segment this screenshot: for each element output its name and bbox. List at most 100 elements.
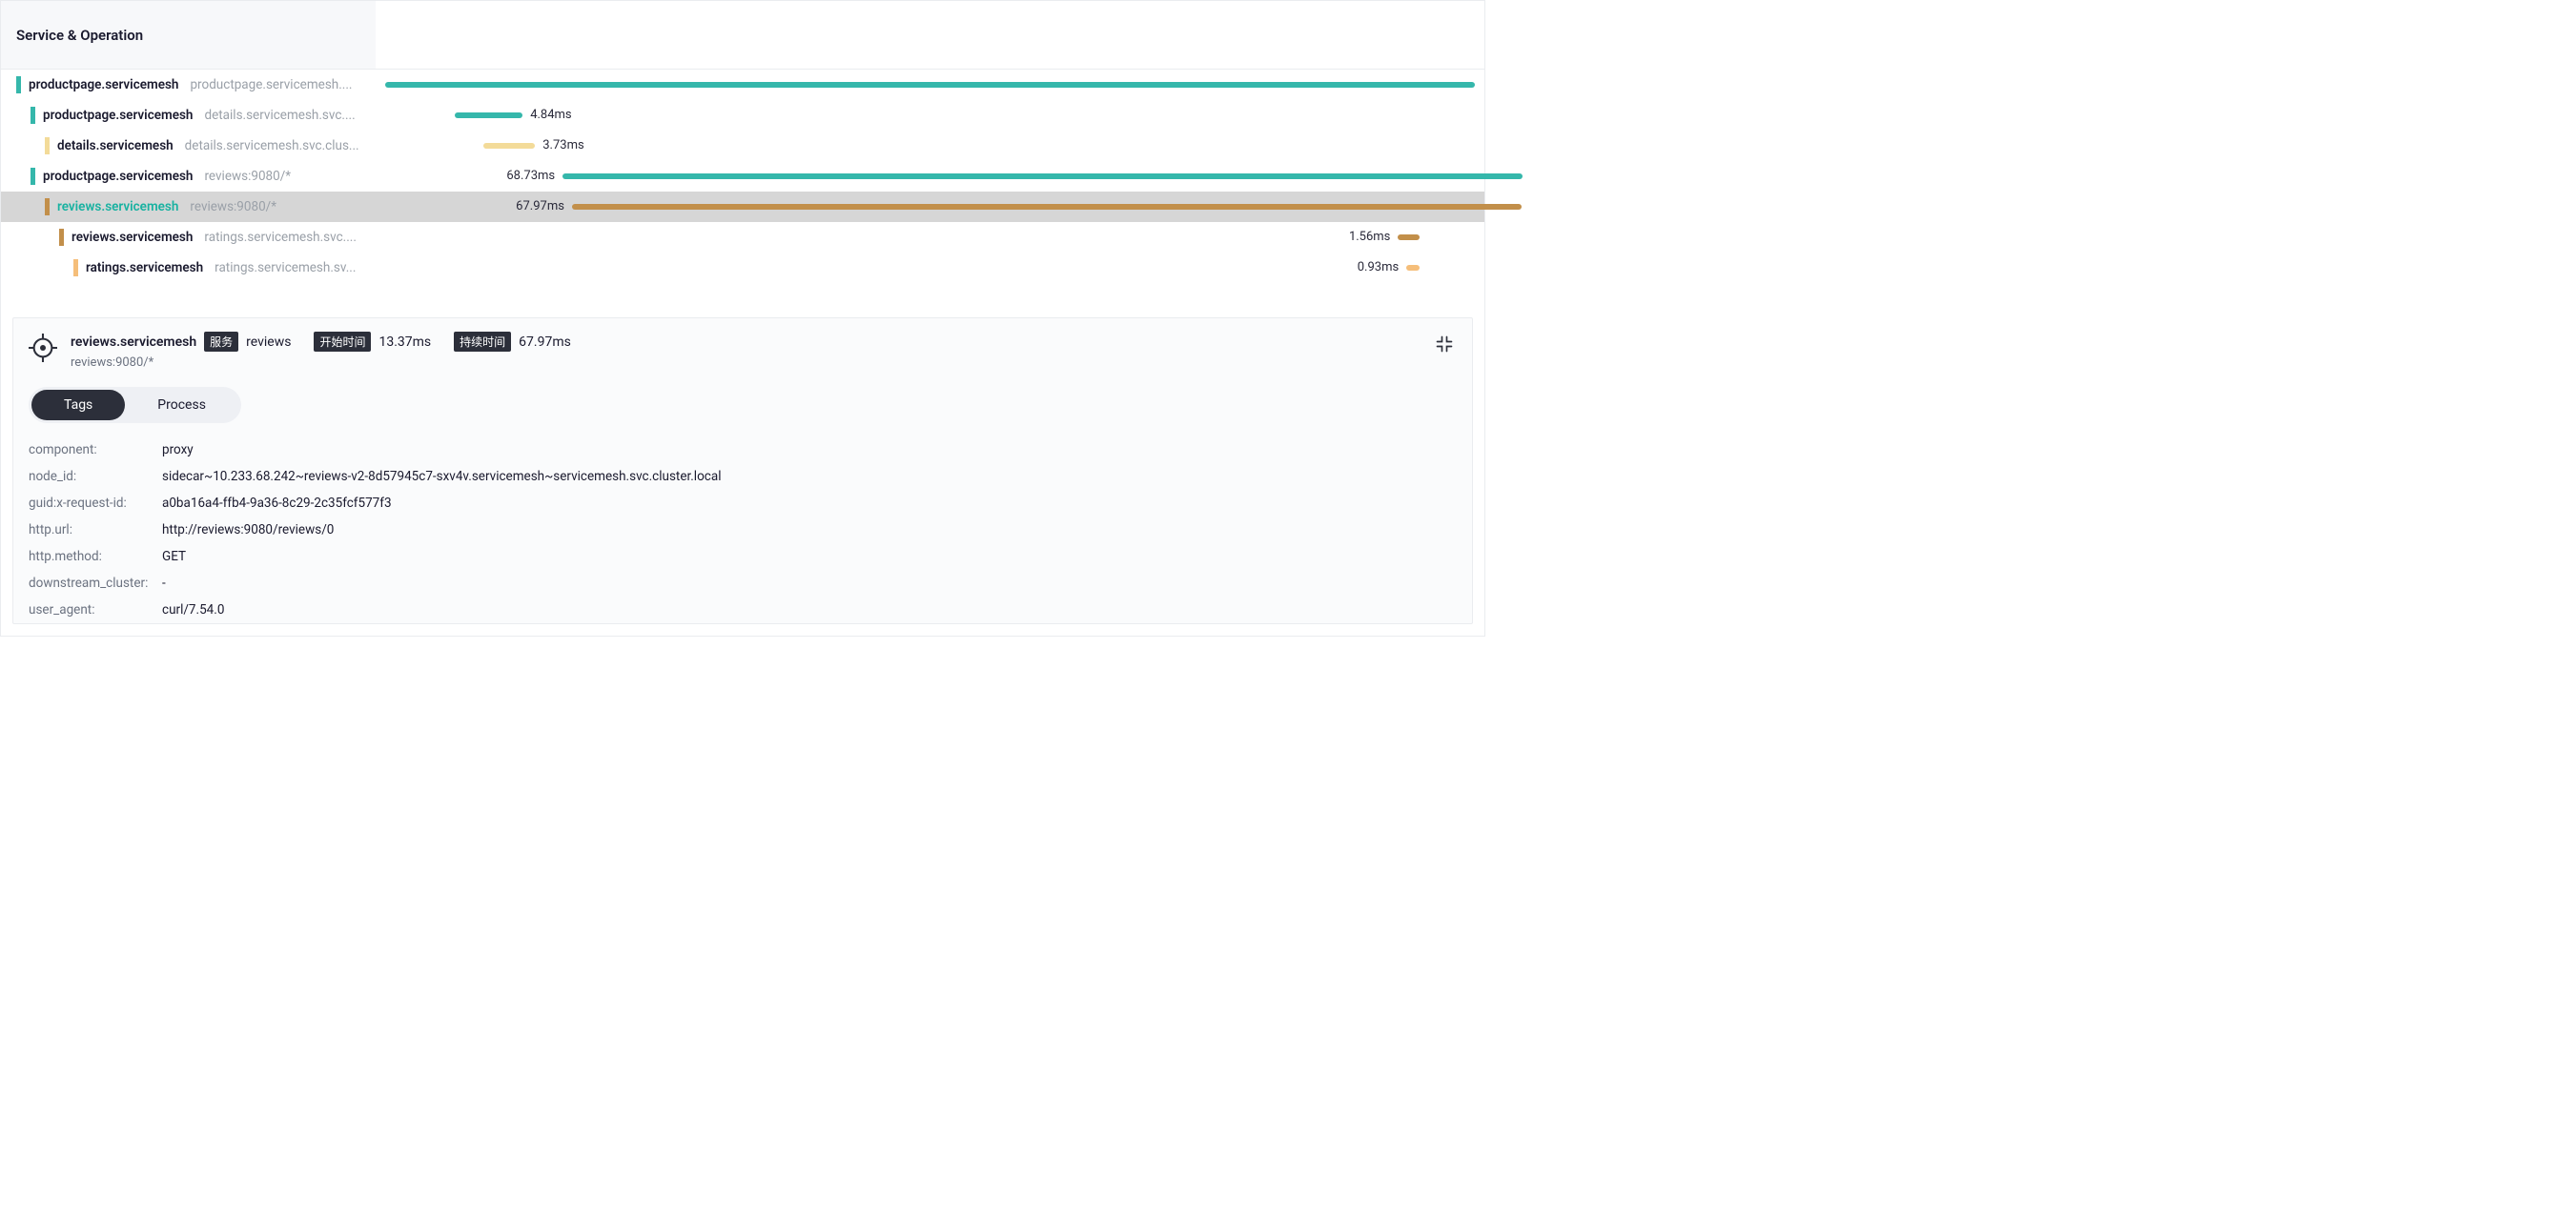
detail-operation: reviews:9080/* (71, 355, 1457, 370)
span-row[interactable]: productpage.servicemesh reviews:9080/* 68.… (1, 161, 1484, 192)
service-badge-value: reviews (246, 334, 291, 350)
tab-tags[interactable]: Tags (31, 390, 125, 420)
start-time-badge: 开始时间 (314, 332, 371, 352)
span-detail-panel: reviews.servicemesh 服务 reviews 开始时间 13.3… (12, 317, 1473, 624)
header-row: Service & Operation (1, 1, 1484, 70)
span-operation-name: reviews:9080/* (190, 199, 276, 214)
tag-row: http.method:GET (29, 543, 1457, 570)
span-bar (385, 82, 1475, 88)
span-timeline-cell: 3.73ms (376, 131, 1484, 161)
span-color-marker (31, 107, 35, 124)
timeline-header (376, 1, 1484, 69)
tag-row: http.url:http://reviews:9080/reviews/0 (29, 517, 1457, 543)
span-row[interactable]: ratings.servicemesh ratings.servicemesh.s… (1, 253, 1484, 283)
collapse-icon[interactable] (1432, 332, 1457, 356)
span-timeline-cell: 4.84ms (376, 100, 1484, 131)
span-duration-label: 3.73ms (542, 138, 583, 152)
detail-service-name: reviews.servicemesh (71, 334, 196, 350)
spacer (1, 283, 1484, 306)
span-bar (1398, 234, 1420, 240)
span-operation-name: ratings.servicemesh.svc.... (204, 230, 356, 245)
detail-tabs: Tags Process (29, 387, 241, 423)
duration-value: 67.97ms (519, 334, 571, 350)
span-color-marker (59, 229, 64, 246)
span-duration-label: 1.56ms (1349, 230, 1390, 244)
span-label-cell[interactable]: reviews.servicemesh reviews:9080/* (1, 198, 376, 215)
tag-row: guid:x-request-id:a0ba16a4-ffb4-9a36-8c2… (29, 490, 1457, 517)
span-color-marker (31, 168, 35, 185)
tag-key: user_agent: (29, 602, 162, 618)
tag-value: sidecar~10.233.68.242~reviews-v2-8d57945… (162, 469, 722, 484)
tag-row: downstream_cluster:- (29, 570, 1457, 597)
service-badge: 服务 (204, 332, 238, 352)
tag-key: component: (29, 442, 162, 457)
span-duration-label: 67.97ms (516, 199, 564, 213)
tag-row: node_id:sidecar~10.233.68.242~reviews-v2… (29, 463, 1457, 490)
span-bar (483, 143, 536, 149)
span-operation-name: ratings.servicemesh.sv... (215, 260, 356, 275)
span-bar (572, 204, 1522, 210)
span-service-name: productpage.servicemesh (43, 169, 193, 184)
span-operation-name: productpage.servicemesh.... (190, 77, 352, 92)
span-color-marker (73, 259, 78, 276)
tab-process[interactable]: Process (125, 390, 238, 420)
start-time-value: 13.37ms (378, 334, 431, 350)
span-operation-name: details.servicemesh.svc.clus... (185, 138, 359, 153)
tag-value: proxy (162, 442, 194, 457)
tag-value: http://reviews:9080/reviews/0 (162, 522, 334, 537)
tag-value: a0ba16a4-ffb4-9a36-8c29-2c35fcf577f3 (162, 496, 392, 511)
span-row[interactable]: details.servicemesh details.servicemesh.s… (1, 131, 1484, 161)
span-timeline-cell: 68.73ms (376, 161, 1484, 192)
span-row[interactable]: productpage.servicemesh details.serviceme… (1, 100, 1484, 131)
span-timeline-cell: 0.93ms (376, 253, 1484, 283)
span-color-marker (16, 76, 21, 93)
tags-grid: component:proxynode_id:sidecar~10.233.68… (29, 433, 1457, 623)
trace-viewer: Service & Operation productpage.servicem… (0, 0, 1485, 637)
span-timeline-cell (376, 70, 1484, 100)
span-duration-label: 0.93ms (1358, 260, 1399, 274)
span-timeline-cell: 1.56ms (376, 222, 1484, 253)
span-row[interactable]: productpage.servicemesh productpage.servi… (1, 70, 1484, 100)
span-row[interactable]: reviews.servicemesh reviews:9080/* 67.97ms (1, 192, 1484, 222)
span-label-cell[interactable]: productpage.servicemesh details.serviceme… (1, 107, 376, 124)
span-label-cell[interactable]: details.servicemesh details.servicemesh.s… (1, 137, 376, 154)
span-row[interactable]: reviews.servicemesh ratings.servicemesh.s… (1, 222, 1484, 253)
span-bar (562, 173, 1523, 179)
span-duration-label: 4.84ms (530, 108, 571, 122)
span-label-cell[interactable]: ratings.servicemesh ratings.servicemesh.s… (1, 259, 376, 276)
detail-title-block: reviews.servicemesh 服务 reviews 开始时间 13.3… (71, 332, 1457, 370)
span-service-name: productpage.servicemesh (29, 77, 178, 92)
detail-title-line: reviews.servicemesh 服务 reviews 开始时间 13.3… (71, 332, 1457, 352)
tag-value: - (162, 576, 166, 591)
tag-key: node_id: (29, 469, 162, 484)
span-duration-label: 68.73ms (506, 169, 555, 183)
span-bar (455, 112, 522, 118)
tag-key: http.method: (29, 549, 162, 564)
span-bar (1406, 265, 1420, 271)
tag-row: component:proxy (29, 436, 1457, 463)
span-timeline-cell: 67.97ms (376, 192, 1484, 222)
span-rows-container: productpage.servicemeshproductpage.servi… (1, 70, 1484, 283)
target-icon (29, 334, 57, 362)
duration-badge: 持续时间 (454, 332, 511, 352)
tag-key: guid:x-request-id: (29, 496, 162, 511)
tag-value: curl/7.54.0 (162, 602, 224, 618)
span-service-name: details.servicemesh (57, 138, 174, 153)
span-service-name: reviews.servicemesh (57, 199, 178, 214)
tag-key: http.url: (29, 522, 162, 537)
span-service-name: productpage.servicemesh (43, 108, 193, 123)
span-operation-name: reviews:9080/* (204, 169, 291, 184)
detail-head: reviews.servicemesh 服务 reviews 开始时间 13.3… (29, 332, 1457, 370)
span-color-marker (45, 198, 50, 215)
span-label-cell[interactable]: reviews.servicemesh ratings.servicemesh.s… (1, 229, 376, 246)
span-operation-name: details.servicemesh.svc.... (204, 108, 355, 123)
span-label-cell[interactable]: productpage.servicemesh reviews:9080/* (1, 168, 376, 185)
span-service-name: reviews.servicemesh (72, 230, 193, 245)
tag-value: GET (162, 549, 186, 564)
tag-key: downstream_cluster: (29, 576, 162, 591)
span-color-marker (45, 137, 50, 154)
service-operation-header: Service & Operation (1, 1, 376, 69)
span-label-cell[interactable]: productpage.servicemesh productpage.servi… (1, 76, 376, 93)
span-service-name: ratings.servicemesh (86, 260, 203, 275)
tag-row: user_agent:curl/7.54.0 (29, 597, 1457, 623)
